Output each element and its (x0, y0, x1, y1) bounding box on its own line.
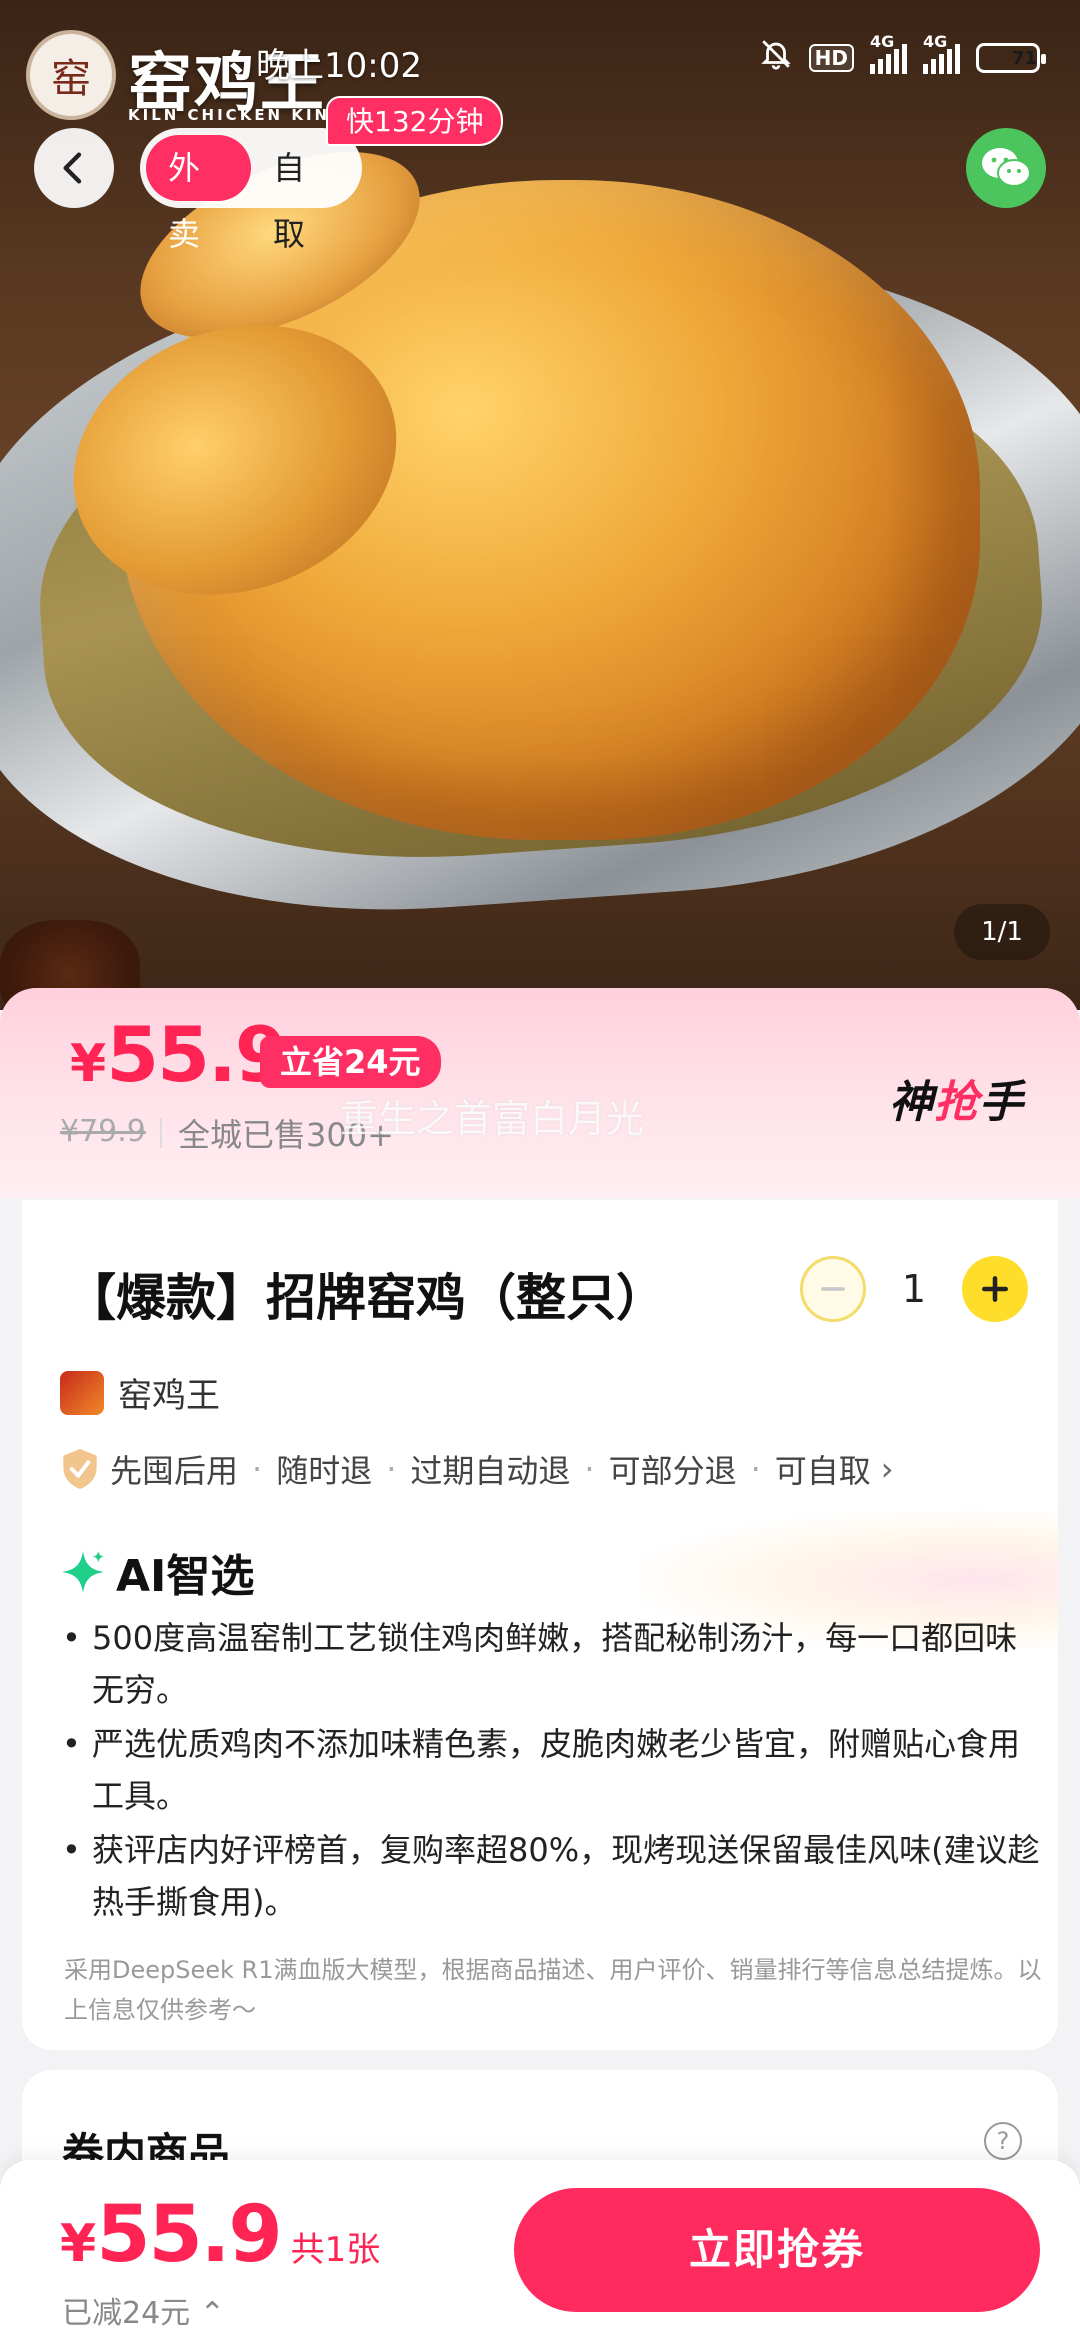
back-button[interactable] (34, 128, 114, 208)
product-info-card: 【爆款】招牌窑鸡（整只） 1 窑鸡王 先囤后用 · 随时退 · 过期自动退 · … (22, 1200, 1058, 2050)
separator-dot: · (252, 1450, 263, 1488)
list-item: 严选优质鸡肉不添加味精色素，皮脆肉嫩老少皆宜，附赠贴心食用工具。 (62, 1718, 1042, 1822)
ai-picks-header: AI智选 (60, 1540, 254, 1604)
grab-coupon-button[interactable]: 立即抢券 (514, 2188, 1040, 2312)
chevron-left-icon (63, 152, 82, 184)
service-guarantees[interactable]: 先囤后用 · 随时退 · 过期自动退 · 可部分退 · 可自取 › (60, 1446, 894, 1492)
speed-badge: 快132分钟 (326, 96, 504, 146)
shop-avatar (60, 1370, 104, 1415)
brand-subtitle: KILN CHICKEN KING (128, 106, 346, 124)
ai-picks-list: 500度高温窑制工艺锁住鸡肉鲜嫩，搭配秘制汤汁，每一口都回味无穷。 严选优质鸡肉… (62, 1612, 1042, 1930)
decrease-quantity-button[interactable] (799, 1256, 866, 1322)
chevron-right-icon: › (880, 1450, 894, 1488)
image-page-indicator: 1/1 (954, 904, 1050, 960)
discount-detail-toggle[interactable]: 已减24元 ⌃ (62, 2288, 225, 2332)
save-amount-tag: 立省24元 (260, 1036, 441, 1088)
checkout-bar: ¥ 55.9 共1张 已减24元 ⌃ 立即抢券 (0, 2160, 1080, 2340)
guarantee-item: 随时退 (276, 1452, 373, 1490)
brand-logo: 窑 (26, 30, 116, 120)
ai-picks-title: AI智选 (116, 1551, 255, 1602)
status-time: 晚上10:02 (256, 46, 422, 86)
signal-icon: 4G (923, 32, 960, 74)
guarantee-item: 过期自动退 (410, 1452, 571, 1490)
guarantee-item: 可自取 (774, 1452, 871, 1490)
plus-icon (982, 1276, 1008, 1302)
increase-quantity-button[interactable] (962, 1256, 1028, 1322)
sparkle-icon (61, 1550, 105, 1594)
separator-dot: · (386, 1450, 397, 1488)
total-price: ¥ 55.9 共1张 (60, 2190, 381, 2280)
guarantee-item: 可部分退 (608, 1452, 737, 1490)
list-item: 500度高温窑制工艺锁住鸡肉鲜嫩，搭配秘制汤汁，每一口都回味无穷。 (62, 1612, 1042, 1716)
guarantee-item: 先囤后用 (110, 1452, 239, 1490)
ai-disclaimer: 采用DeepSeek R1满血版大模型，根据商品描述、用户评价、销量排行等信息总… (64, 1956, 1042, 2024)
shop-name: 窑鸡王 (118, 1376, 220, 1416)
separator-dot: · (584, 1450, 595, 1488)
price-banner: ¥ 55.9 立省24元 ¥79.9 全城已售300+ 重生之首富白月光 神抢手 (0, 988, 1080, 1198)
product-title: 【爆款】招牌窑鸡（整只） (66, 1269, 666, 1327)
list-item: 获评店内好评榜首，复购率超80%，现烤现送保留最佳风味(建议趁热手撕食用)。 (62, 1824, 1042, 1928)
minus-icon (820, 1287, 845, 1291)
network-type-label: 4G (870, 32, 895, 51)
battery-icon: 71 (976, 43, 1046, 73)
divider (160, 1118, 162, 1148)
quantity-value: 1 (901, 1267, 926, 1311)
status-bar-icons: HD 4G 4G 71 (759, 32, 1046, 80)
separator-dot: · (750, 1450, 761, 1488)
quantity-stepper: 1 (799, 1256, 1028, 1322)
hd-icon: HD (808, 44, 854, 72)
coupon-count: 共1张 (290, 2230, 381, 2270)
wechat-share-button[interactable] (966, 128, 1046, 208)
battery-level: 71 (1011, 47, 1037, 69)
deal-price: ¥ 55.9 (70, 1010, 288, 1099)
help-icon[interactable]: ? (984, 2122, 1022, 2160)
mute-bell-icon (759, 37, 793, 79)
network-type-label: 4G (923, 32, 948, 51)
shenqiangshou-logo: 神抢手 (889, 1077, 1024, 1128)
watermark-text: 重生之首富白月光 (340, 1097, 645, 1141)
signal-icon: 4G (870, 32, 907, 74)
shop-link[interactable]: 窑鸡王 (60, 1368, 220, 1417)
original-price: ¥79.9 (60, 1114, 146, 1149)
wechat-icon (982, 148, 1031, 187)
tab-delivery[interactable]: 外卖 (146, 135, 251, 253)
shield-check-icon (63, 1449, 97, 1489)
